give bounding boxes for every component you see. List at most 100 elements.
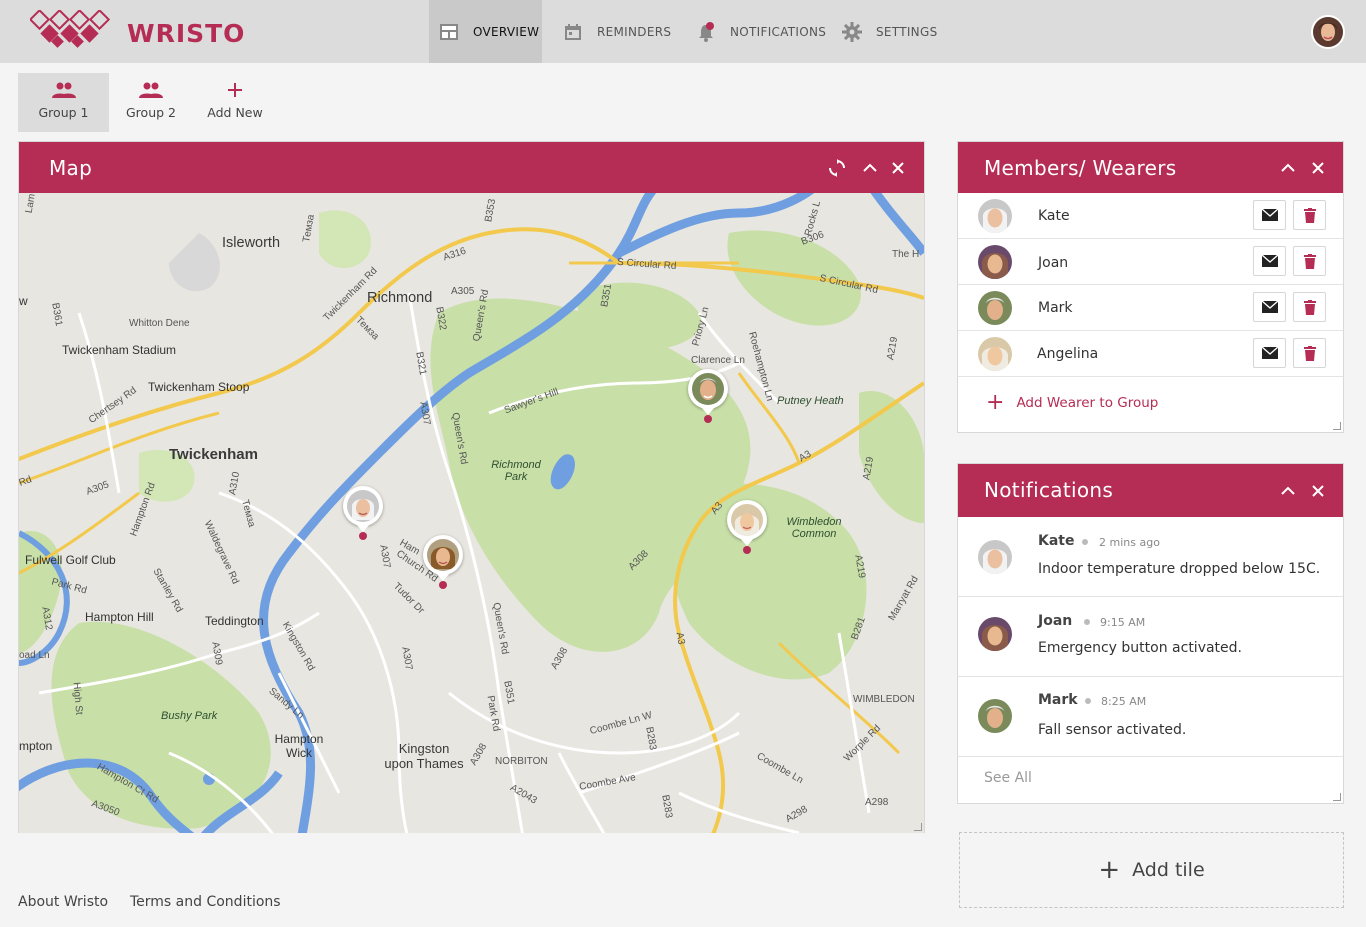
wristo-logo-icon[interactable] bbox=[30, 10, 112, 50]
member-name: Kate bbox=[1038, 208, 1070, 224]
member-name: Mark bbox=[1038, 300, 1073, 316]
calendar-icon bbox=[563, 22, 583, 42]
user-avatar[interactable] bbox=[1311, 15, 1345, 49]
map-label: Twickenham Stadium bbox=[62, 343, 177, 357]
nav-settings-label: SETTINGS bbox=[876, 24, 938, 39]
plus-icon: + bbox=[986, 390, 1005, 415]
separator-dot bbox=[1085, 698, 1091, 704]
group-tab-label: Group 1 bbox=[38, 105, 89, 120]
notifications-panel-header: Notifications bbox=[958, 464, 1343, 517]
notifications-panel: Notifications Kate 2 mins ago Indoor tem… bbox=[957, 463, 1344, 804]
member-row: Mark bbox=[958, 285, 1343, 331]
close-icon[interactable] bbox=[1309, 482, 1327, 500]
refresh-icon[interactable] bbox=[828, 159, 846, 177]
avatar bbox=[978, 291, 1012, 325]
resize-handle[interactable] bbox=[1333, 793, 1341, 801]
see-all-link[interactable]: See All bbox=[984, 770, 1032, 786]
add-tile-button[interactable]: + Add tile bbox=[959, 832, 1344, 908]
nav-overview-label: OVERVIEW bbox=[473, 24, 540, 39]
group-tab-2[interactable]: Group 2 bbox=[113, 73, 189, 132]
close-icon[interactable] bbox=[1309, 159, 1327, 177]
collapse-icon[interactable] bbox=[1279, 482, 1297, 500]
map-label: oad Ln bbox=[19, 650, 50, 661]
close-icon[interactable] bbox=[889, 159, 907, 177]
member-row: Angelina bbox=[958, 331, 1343, 377]
email-button[interactable] bbox=[1253, 200, 1286, 230]
wearer-pin-avatar[interactable] bbox=[727, 500, 767, 540]
notification-sender: Kate bbox=[1038, 533, 1075, 549]
map-label: Fulwell Golf Club bbox=[25, 553, 116, 567]
email-button[interactable] bbox=[1253, 338, 1286, 368]
terms-link[interactable]: Terms and Conditions bbox=[130, 894, 281, 910]
nav-notifications[interactable]: NOTIFICATIONS bbox=[696, 0, 826, 63]
members-panel-header: Members/ Wearers bbox=[958, 142, 1343, 193]
pin-location-dot bbox=[359, 532, 367, 540]
pin-location-dot bbox=[704, 415, 712, 423]
envelope-icon bbox=[1261, 301, 1278, 313]
avatar bbox=[978, 199, 1012, 233]
pin-tail bbox=[356, 524, 370, 532]
delete-button[interactable] bbox=[1293, 292, 1326, 322]
avatar bbox=[978, 245, 1012, 279]
map-label: A3 bbox=[673, 631, 687, 646]
dashboard-icon bbox=[439, 22, 459, 42]
nav-overview[interactable]: OVERVIEW bbox=[429, 0, 542, 63]
map-panel-header: Map bbox=[19, 142, 924, 193]
email-button[interactable] bbox=[1253, 246, 1286, 276]
resize-handle[interactable] bbox=[1333, 422, 1341, 430]
nav-reminders[interactable]: REMINDERS bbox=[563, 0, 671, 63]
map-label: Clarence Ln bbox=[691, 355, 745, 366]
resize-handle[interactable] bbox=[914, 823, 922, 831]
nav-settings[interactable]: SETTINGS bbox=[842, 0, 937, 63]
delete-button[interactable] bbox=[1293, 246, 1326, 276]
map-label: Richmond Park bbox=[491, 459, 541, 483]
map-label: A305 bbox=[451, 286, 475, 297]
wearer-pin-avatar[interactable] bbox=[423, 535, 463, 575]
wearer-pin-avatar[interactable] bbox=[343, 486, 383, 526]
brand-name[interactable]: WRISTO bbox=[127, 19, 245, 48]
map-view[interactable]: Isleworth Richmond Twickenham Twickenham… bbox=[19, 193, 924, 833]
trash-icon bbox=[1303, 299, 1316, 315]
email-button[interactable] bbox=[1253, 292, 1286, 322]
notification-item[interactable]: Mark 8:25 AM Fall sensor activated. bbox=[958, 677, 1343, 757]
map-label: The H bbox=[892, 249, 920, 260]
separator-dot bbox=[1082, 539, 1088, 545]
add-wearer-label: Add Wearer to Group bbox=[1016, 395, 1159, 411]
map-panel: Map Isleworth Richmond Twickenham Twicke… bbox=[18, 141, 925, 833]
add-wearer-button[interactable]: + Add Wearer to Group bbox=[986, 392, 1158, 414]
members-panel: Members/ Wearers Kate Joan Mark Angelina… bbox=[957, 141, 1344, 433]
group-tab-1[interactable]: Group 1 bbox=[18, 73, 109, 132]
trash-icon bbox=[1303, 345, 1316, 361]
map-panel-title: Map bbox=[49, 156, 93, 180]
envelope-icon bbox=[1261, 255, 1278, 267]
collapse-icon[interactable] bbox=[1279, 159, 1297, 177]
avatar bbox=[978, 337, 1012, 371]
collapse-icon[interactable] bbox=[861, 159, 879, 177]
pin-location-dot bbox=[439, 581, 447, 589]
about-link[interactable]: About Wristo bbox=[18, 894, 108, 910]
envelope-icon bbox=[1261, 209, 1278, 221]
pin-tail bbox=[740, 538, 754, 546]
notification-item[interactable]: Kate 2 mins ago Indoor temperature dropp… bbox=[958, 517, 1343, 597]
notification-sender: Mark bbox=[1038, 692, 1078, 708]
map-label: Twickenham Stoop bbox=[148, 380, 250, 394]
map-label: Wimbledon Common bbox=[786, 516, 842, 540]
map-label: Isleworth bbox=[222, 235, 281, 251]
trash-icon bbox=[1303, 207, 1316, 223]
notification-item[interactable]: Joan 9:15 AM Emergency button activated. bbox=[958, 597, 1343, 677]
top-bar: WRISTO OVERVIEW REMINDERS NOTIFICATIONS … bbox=[0, 0, 1366, 63]
delete-button[interactable] bbox=[1293, 338, 1326, 368]
map-label: Bushy Park bbox=[161, 710, 218, 722]
notification-message: Emergency button activated. bbox=[1038, 640, 1242, 656]
envelope-icon bbox=[1261, 347, 1278, 359]
map-label: Kingston upon Thames bbox=[384, 741, 464, 771]
wearer-pin-avatar[interactable] bbox=[688, 369, 728, 409]
delete-button[interactable] bbox=[1293, 200, 1326, 230]
map-label: mpton bbox=[19, 739, 53, 753]
pin-tail bbox=[701, 407, 715, 415]
map-label: Twickenham bbox=[169, 446, 258, 463]
pin-tail bbox=[436, 573, 450, 581]
add-group-button[interactable]: Add New bbox=[196, 73, 274, 132]
member-row: Kate bbox=[958, 193, 1343, 239]
avatar bbox=[978, 617, 1012, 651]
